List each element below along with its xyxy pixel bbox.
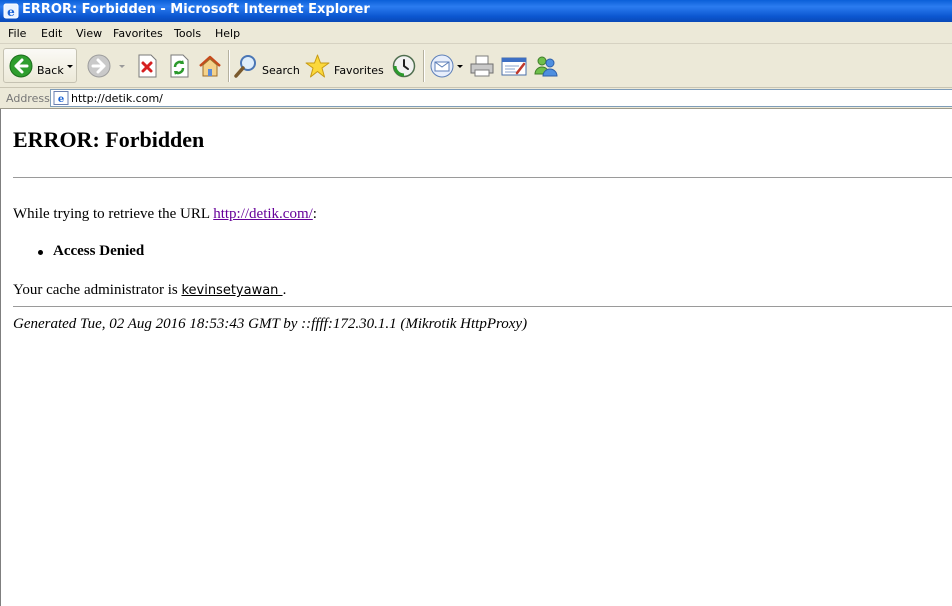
favorites-button[interactable]: Favorites	[305, 49, 385, 83]
print-icon	[470, 55, 494, 77]
retrieve-prefix: While trying to retrieve the URL	[13, 206, 214, 222]
home-icon	[199, 55, 221, 77]
address-input[interactable]: e http://detik.com/	[50, 89, 952, 107]
menu-view[interactable]: View	[76, 27, 102, 40]
retrieve-message: While trying to retrieve the URL http://…	[13, 206, 317, 223]
refresh-button[interactable]	[166, 49, 192, 83]
forward-icon	[87, 54, 111, 78]
favorites-icon	[305, 54, 330, 78]
chevron-down-icon	[67, 65, 73, 68]
back-dropdown[interactable]	[65, 49, 75, 83]
requested-url-link[interactable]: http://detik.com/	[213, 206, 313, 222]
menu-bar: File Edit View Favorites Tools Help	[0, 22, 952, 44]
page-content: ERROR: Forbidden While trying to retriev…	[0, 109, 952, 606]
messenger-button[interactable]	[533, 49, 561, 83]
menu-edit[interactable]: Edit	[41, 27, 62, 40]
error-item-text: Access Denied	[53, 243, 145, 259]
error-item: Access Denied	[13, 243, 144, 260]
forward-button[interactable]	[86, 49, 126, 83]
bullet-icon	[38, 250, 43, 255]
chevron-down-icon	[457, 65, 463, 68]
search-label: Search	[262, 64, 300, 77]
search-icon	[234, 55, 256, 78]
admin-suffix: .	[282, 282, 287, 298]
chevron-down-icon	[119, 65, 125, 68]
menu-file[interactable]: File	[8, 27, 26, 40]
standard-toolbar: Back Search Favorites	[0, 44, 952, 88]
stop-icon	[138, 54, 157, 78]
address-bar: Address e http://detik.com/	[0, 88, 952, 109]
edit-icon	[501, 57, 527, 76]
stop-button[interactable]	[134, 49, 160, 83]
back-icon	[9, 54, 33, 78]
address-label: Address	[6, 92, 50, 105]
search-button[interactable]: Search	[234, 49, 300, 83]
menu-help[interactable]: Help	[215, 27, 240, 40]
home-button[interactable]	[197, 49, 223, 83]
admin-email-link[interactable]: kevinsetyawan	[181, 283, 282, 298]
generated-note: Generated Tue, 02 Aug 2016 18:53:43 GMT …	[13, 316, 528, 332]
window-title: ERROR: Forbidden - Microsoft Internet Ex…	[22, 2, 370, 17]
svg-text:e: e	[7, 5, 15, 19]
favorites-label: Favorites	[334, 64, 384, 77]
page-icon: e	[53, 91, 69, 105]
menu-tools[interactable]: Tools	[174, 27, 201, 40]
ie-icon: e	[3, 3, 19, 19]
svg-text:e: e	[58, 94, 64, 105]
refresh-icon	[170, 54, 189, 78]
history-icon	[392, 54, 416, 78]
print-button[interactable]	[468, 49, 496, 83]
mail-button[interactable]	[430, 49, 464, 83]
divider	[13, 177, 952, 178]
retrieve-suffix: :	[312, 206, 317, 222]
title-bar: e ERROR: Forbidden - Microsoft Internet …	[0, 0, 952, 22]
error-list: Access Denied	[13, 243, 144, 260]
messenger-icon	[534, 56, 558, 77]
toolbar-separator	[423, 50, 425, 82]
toolbar-separator	[228, 50, 230, 82]
page-title: ERROR: Forbidden	[13, 127, 205, 152]
address-url: http://detik.com/	[71, 92, 163, 105]
admin-message: Your cache administrator is kevinsetyawa…	[13, 282, 286, 299]
edit-button[interactable]	[500, 49, 528, 83]
mail-icon	[430, 54, 454, 78]
menu-favorites[interactable]: Favorites	[113, 27, 163, 40]
back-button[interactable]: Back	[6, 49, 64, 83]
divider	[13, 306, 952, 307]
admin-prefix: Your cache administrator is	[13, 282, 182, 298]
back-label: Back	[37, 64, 64, 77]
history-button[interactable]	[390, 49, 418, 83]
